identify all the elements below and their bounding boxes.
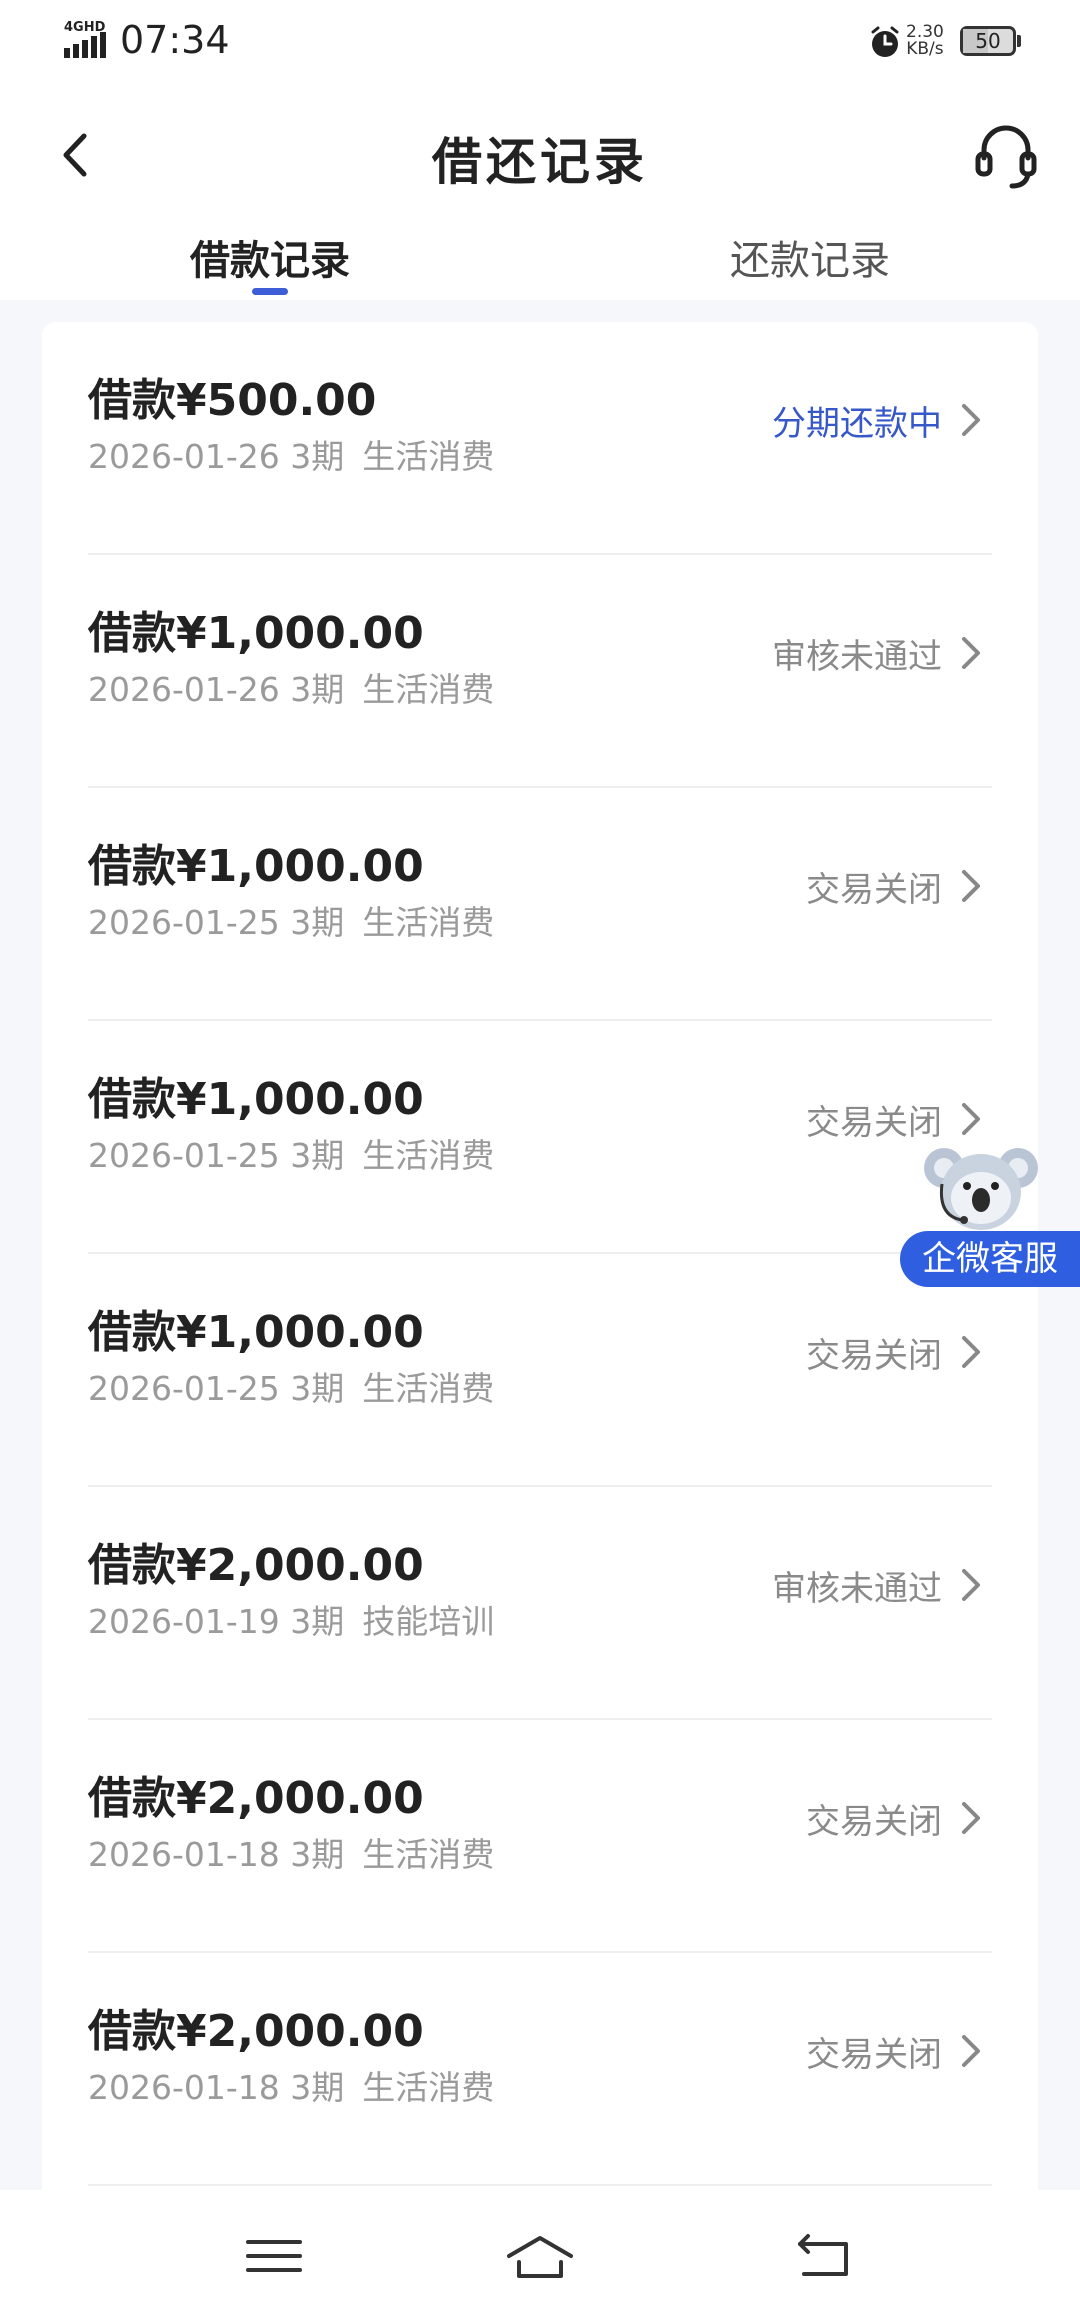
page-title: 借还记录	[432, 133, 648, 191]
loan-meta: 2026-01-19 3期 技能培训	[88, 1595, 494, 1643]
network-speed: 2.30 KB/s	[906, 24, 944, 58]
chevron-right-icon	[962, 637, 980, 669]
loan-amount: 借款¥1,000.00	[88, 1307, 424, 1358]
loan-amount: 借款¥2,000.00	[88, 1773, 424, 1824]
clock: 07:34	[120, 18, 230, 62]
divider	[88, 2184, 992, 2186]
koala-mascot-icon	[924, 1148, 1038, 1230]
list-item[interactable]: 借款¥500.00 2026-01-26 3期 生活消费 分期还款中	[42, 322, 1038, 555]
status-label: 交易关闭	[806, 1336, 942, 1376]
floating-service-label: 企微客服	[900, 1231, 1080, 1287]
chevron-right-icon	[962, 1336, 980, 1368]
chevron-right-icon	[962, 1802, 980, 1834]
list-item[interactable]: 借款¥2,000.00 2026-01-18 3期 生活消费 交易关闭	[42, 1953, 1038, 2186]
loan-date-term: 2026-01-19 3期	[88, 1602, 345, 1641]
loan-meta: 2026-01-26 3期 生活消费	[88, 430, 494, 478]
records-list: 借款¥500.00 2026-01-26 3期 生活消费 分期还款中 借款¥1,0…	[42, 322, 1038, 2202]
battery-tip	[1017, 35, 1021, 47]
chevron-right-icon	[962, 2035, 980, 2067]
tab-repay-records[interactable]: 还款记录	[730, 228, 890, 286]
loan-amount: 借款¥2,000.00	[88, 2006, 424, 2057]
loan-meta: 2026-01-25 3期 生活消费	[88, 896, 494, 944]
chevron-right-icon	[962, 870, 980, 902]
list-item[interactable]: 借款¥2,000.00 2026-01-19 3期 技能培训 审核未通过	[42, 1487, 1038, 1720]
status-label: 交易关闭	[806, 2035, 942, 2075]
status-label: 交易关闭	[806, 1103, 942, 1143]
list-item[interactable]: 借款¥2,000.00 2026-01-18 3期 生活消费 交易关闭	[42, 1720, 1038, 1953]
status-label: 交易关闭	[806, 870, 942, 910]
loan-category: 生活消费	[362, 1136, 495, 1175]
loan-date-term: 2026-01-18 3期	[88, 2068, 345, 2107]
list-item[interactable]: 借款¥1,000.00 2026-01-25 3期 生活消费 交易关闭	[42, 1021, 1038, 1254]
header: 借还记录 借款记录 还款记录	[0, 80, 1080, 300]
list-item[interactable]: 借款¥1,000.00 2026-01-25 3期 生活消费 交易关闭	[42, 1254, 1038, 1487]
loan-category: 生活消费	[362, 1369, 495, 1408]
active-tab-indicator	[252, 288, 288, 295]
loan-date-term: 2026-01-25 3期	[88, 1136, 345, 1175]
loan-date-term: 2026-01-18 3期	[88, 1835, 345, 1874]
loan-category: 技能培训	[362, 1602, 495, 1641]
menu-icon[interactable]	[240, 2230, 310, 2282]
loan-amount: 借款¥500.00	[88, 375, 377, 426]
loan-category: 生活消费	[362, 670, 495, 709]
loan-meta: 2026-01-26 3期 生活消费	[88, 663, 494, 711]
loan-amount: 借款¥1,000.00	[88, 608, 424, 659]
battery-percent: 50	[975, 29, 1001, 53]
alarm-icon	[871, 26, 899, 57]
loan-category: 生活消费	[362, 437, 495, 476]
battery-icon: 50	[960, 26, 1016, 56]
loan-date-term: 2026-01-25 3期	[88, 1369, 345, 1408]
status-bar: 4GHD 07:34 2.30 KB/s 50	[0, 0, 1080, 80]
loan-meta: 2026-01-18 3期 生活消费	[88, 2061, 494, 2109]
status-label: 交易关闭	[806, 1802, 942, 1842]
floating-service-button[interactable]: 企微客服	[900, 1138, 1080, 1290]
chevron-right-icon	[962, 1569, 980, 1601]
system-nav-bar	[0, 2190, 1080, 2316]
headset-icon[interactable]	[972, 116, 1040, 192]
network-type: 4GHD	[64, 20, 106, 35]
list-item[interactable]: 借款¥1,000.00 2026-01-25 3期 生活消费 交易关闭	[42, 788, 1038, 1021]
speed-unit: KB/s	[906, 39, 944, 59]
loan-date-term: 2026-01-26 3期	[88, 670, 345, 709]
status-label: 审核未通过	[772, 637, 942, 677]
loan-date-term: 2026-01-25 3期	[88, 903, 345, 942]
loan-amount: 借款¥1,000.00	[88, 1074, 424, 1125]
loan-date-term: 2026-01-26 3期	[88, 437, 345, 476]
loan-category: 生活消费	[362, 1835, 495, 1874]
status-label: 分期还款中	[772, 404, 942, 444]
chevron-right-icon	[962, 1103, 980, 1135]
loan-category: 生活消费	[362, 903, 495, 942]
loan-amount: 借款¥1,000.00	[88, 841, 424, 892]
loan-meta: 2026-01-25 3期 生活消费	[88, 1129, 494, 1177]
back-icon[interactable]	[790, 2230, 860, 2282]
loan-category: 生活消费	[362, 2068, 495, 2107]
loan-amount: 借款¥2,000.00	[88, 1540, 424, 1591]
tab-borrow-records[interactable]: 借款记录	[190, 228, 350, 286]
status-label: 审核未通过	[772, 1569, 942, 1609]
home-icon[interactable]	[505, 2230, 575, 2282]
loan-meta: 2026-01-25 3期 生活消费	[88, 1362, 494, 1410]
loan-meta: 2026-01-18 3期 生活消费	[88, 1828, 494, 1876]
chevron-right-icon	[962, 404, 980, 436]
list-item[interactable]: 借款¥1,000.00 2026-01-26 3期 生活消费 审核未通过	[42, 555, 1038, 788]
